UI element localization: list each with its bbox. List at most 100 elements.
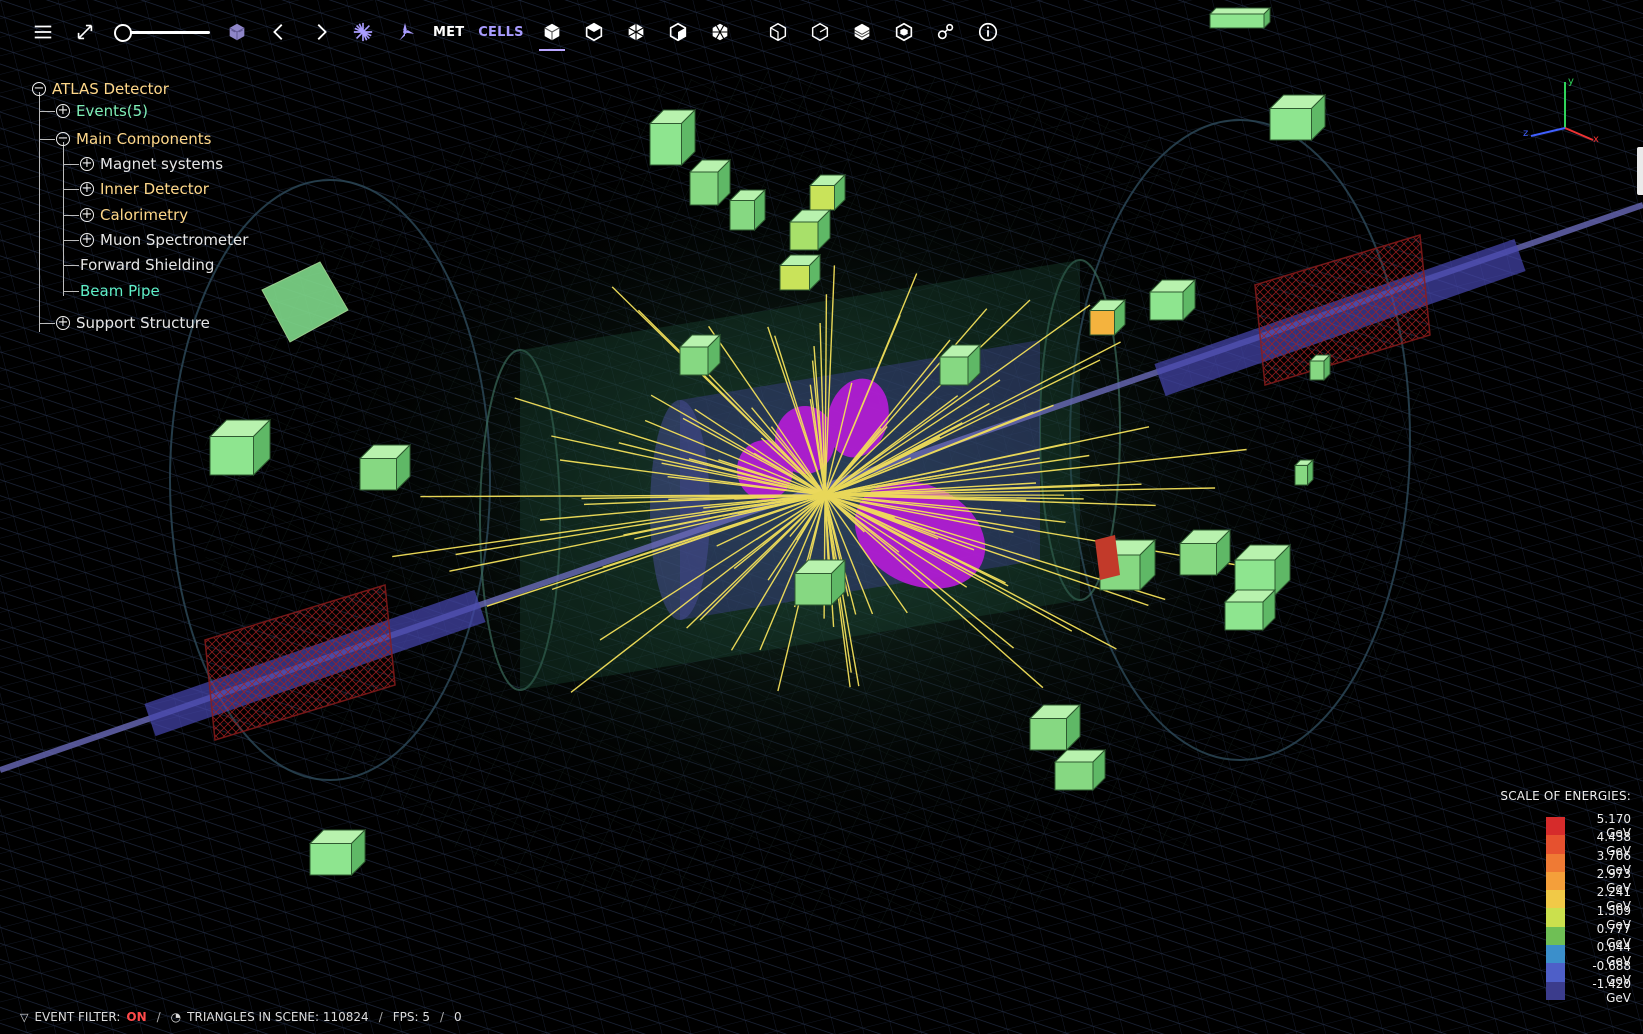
calorimeter-cell	[648, 108, 697, 167]
overlay-collision-icon[interactable]	[342, 12, 384, 52]
counter-readout: 0	[454, 1010, 462, 1024]
expand-icon[interactable]: +	[80, 182, 94, 196]
tree-label-main-components[interactable]: Main Components	[76, 130, 211, 148]
info-icon[interactable]	[967, 12, 1009, 52]
view-layers-icon[interactable]	[841, 12, 883, 52]
tree-label-forward-shielding[interactable]: Forward Shielding	[80, 256, 214, 274]
menu-icon[interactable]	[22, 12, 64, 52]
calorimeter-cell	[1178, 528, 1232, 577]
tree-label-magnet-systems[interactable]: Magnet systems	[100, 155, 223, 173]
tree-node-beam-pipe: Beam Pipe	[80, 280, 160, 302]
tree-node-events: + Events(5)	[56, 100, 148, 122]
side-panel-tab[interactable]	[1637, 147, 1643, 195]
calorimeter-cell	[788, 208, 832, 252]
event-display-app: MET CELLS − ATLAS Detector + Events(5) −…	[0, 0, 1643, 1034]
view-iso-icon[interactable]	[699, 12, 741, 52]
energy-color-swatch	[1546, 853, 1565, 872]
calorimeter-cell	[1223, 588, 1277, 632]
calorimeter-cell	[1088, 298, 1127, 337]
energy-scale-title: SCALE OF ENERGIES:	[1500, 789, 1631, 803]
view-front-icon[interactable]	[615, 12, 657, 52]
next-event-icon[interactable]	[300, 12, 342, 52]
calorimeter-cell	[358, 443, 412, 492]
tree-node-support-structure: + Support Structure	[56, 312, 210, 334]
tree-label-events[interactable]: Events(5)	[76, 102, 148, 120]
energy-color-swatch	[1546, 817, 1565, 836]
tree-node-muon-spectrometer: + Muon Spectrometer	[80, 229, 248, 251]
detector-3d-view[interactable]	[0, 0, 1643, 1034]
view-cube-icon[interactable]	[531, 12, 573, 52]
energy-color-swatch	[1546, 890, 1565, 909]
settings-icon[interactable]	[925, 12, 967, 52]
tree-label-atlas-detector[interactable]: ATLAS Detector	[52, 80, 169, 98]
calorimeter-cell	[1053, 748, 1107, 792]
view-top-icon[interactable]	[573, 12, 615, 52]
expand-icon[interactable]: +	[80, 208, 94, 222]
calorimeter-cell	[1208, 6, 1272, 30]
energy-color-swatch	[1546, 835, 1565, 854]
collapse-icon[interactable]: −	[56, 132, 70, 146]
calorimeter-cell	[778, 253, 822, 292]
filter-icon: ▽	[20, 1010, 29, 1024]
energy-color-swatch	[1546, 871, 1565, 891]
energy-color-swatch	[1546, 945, 1565, 964]
energy-value-label: -1.420 GeV	[1592, 976, 1631, 1005]
zoom-slider[interactable]	[110, 12, 210, 52]
perspective-icon[interactable]	[384, 12, 426, 52]
energy-scale-legend: SCALE OF ENERGIES: 5.170 GeV 4.438 GeV 3.7…	[1481, 789, 1631, 1005]
calorimeter-cell	[938, 343, 982, 387]
x-axis-label: x	[1593, 134, 1599, 145]
calorimeter-cell	[793, 558, 847, 607]
energy-color-swatch	[1546, 926, 1565, 946]
energy-color-swatch	[1546, 981, 1565, 1000]
x-axis-line	[1564, 127, 1594, 141]
calorimeter-cell	[688, 158, 732, 207]
tree-node-magnet-systems: + Magnet systems	[80, 153, 223, 175]
previous-event-icon[interactable]	[258, 12, 300, 52]
tree-label-muon-spectrometer[interactable]: Muon Spectrometer	[100, 231, 248, 249]
z-axis-line	[1530, 127, 1566, 137]
calorimeter-cell	[1293, 458, 1315, 487]
axes-gizmo: y x z	[1523, 76, 1599, 145]
cells-toggle[interactable]: CELLS	[471, 12, 530, 52]
geometry-clipping-icon[interactable]	[216, 12, 258, 52]
collapse-icon[interactable]: −	[32, 82, 46, 96]
separator: /	[156, 1010, 161, 1024]
zoom-slider-handle[interactable]	[114, 24, 132, 42]
tree-node-atlas-detector: − ATLAS Detector	[32, 78, 169, 100]
expand-icon[interactable]: +	[56, 316, 70, 330]
calorimeter-cell	[208, 418, 272, 477]
calorimeter-cell	[1148, 278, 1197, 322]
event-filter-value[interactable]: ON	[126, 1010, 146, 1024]
expand-icon[interactable]: +	[80, 157, 94, 171]
met-toggle[interactable]: MET	[426, 12, 471, 52]
tree-label-support-structure[interactable]: Support Structure	[76, 314, 210, 332]
calorimeter-cell	[808, 173, 847, 212]
calorimeter-cell	[308, 828, 367, 877]
fullscreen-icon[interactable]	[64, 12, 106, 52]
toolbar: MET CELLS	[22, 12, 1009, 52]
calorimeter-cell	[1233, 543, 1292, 597]
tree-label-beam-pipe[interactable]: Beam Pipe	[80, 282, 160, 300]
triangles-icon: ◔	[170, 1010, 182, 1024]
calorimeter-cell	[678, 333, 722, 377]
status-bar: ▽ EVENT FILTER: ON / ◔ TRIANGLES IN SCEN…	[20, 1010, 462, 1024]
tree-label-inner-detector[interactable]: Inner Detector	[100, 180, 209, 198]
tree-node-inner-detector: + Inner Detector	[80, 178, 209, 200]
view-side-icon[interactable]	[657, 12, 699, 52]
energy-color-swatch	[1546, 908, 1565, 927]
tree-label-calorimetry[interactable]: Calorimetry	[100, 206, 188, 224]
view-hex-icon[interactable]	[883, 12, 925, 52]
view-left-icon[interactable]	[757, 12, 799, 52]
expand-icon[interactable]: +	[56, 104, 70, 118]
tree-node-main-components: − Main Components	[56, 128, 211, 150]
energy-color-swatch	[1546, 963, 1565, 982]
triangles-count: TRIANGLES IN SCENE: 110824	[187, 1010, 369, 1024]
calorimeter-cell	[1268, 93, 1327, 142]
view-right-icon[interactable]	[799, 12, 841, 52]
y-axis-label: y	[1568, 76, 1574, 87]
z-axis-label: z	[1523, 128, 1528, 139]
expand-icon[interactable]: +	[80, 233, 94, 247]
calorimeter-cell	[1028, 703, 1082, 752]
separator: /	[439, 1010, 445, 1024]
